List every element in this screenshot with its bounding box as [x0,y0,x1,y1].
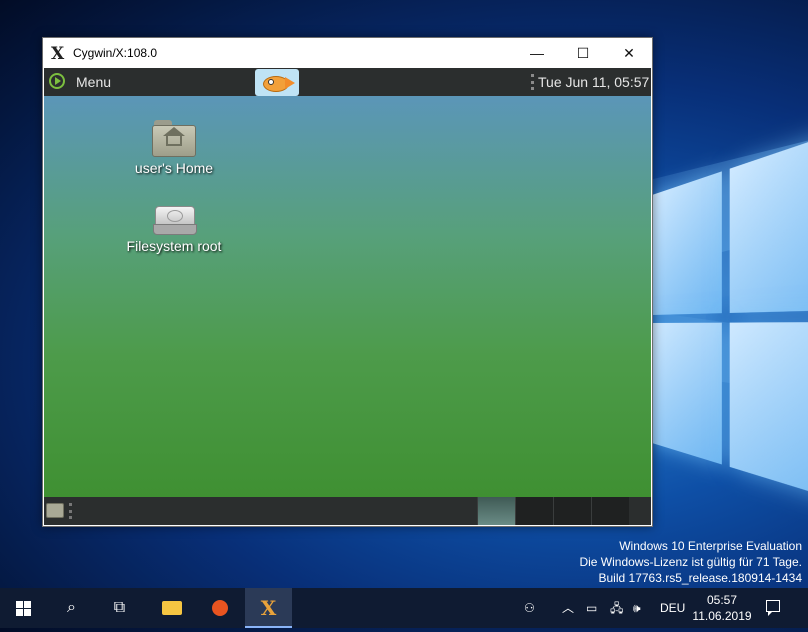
notification-center-icon[interactable] [766,600,780,612]
menu-icon [49,73,65,89]
x-desktop[interactable]: user's Home Filesystem root [44,96,651,497]
show-desktop-icon[interactable] [46,503,64,518]
workspace-4[interactable] [591,497,629,525]
evaluation-watermark: Windows 10 Enterprise Evaluation Die Win… [579,538,802,586]
panel-clock[interactable]: Tue Jun 11, 05:57 [538,74,649,90]
home-folder-icon [152,118,196,158]
network-icon[interactable]: 🖧 [610,588,623,628]
close-button[interactable]: ✕ [606,38,652,68]
minimize-button[interactable]: — [514,38,560,68]
search-button[interactable]: ⌕ [48,588,95,628]
chevron-up-icon[interactable]: ︿ [562,588,574,628]
taskbar-date: 11.06.2019 [690,608,754,624]
mate-bottom-panel [44,497,651,525]
task-view-icon: ⧉ [114,599,125,616]
windows-logo-icon [16,601,32,616]
watermark-line: Die Windows-Lizenz ist gültig für 71 Tag… [579,554,802,570]
fish-tail-icon [285,77,295,89]
people-icon[interactable]: ⚇ [524,588,535,628]
panel-drag-handle[interactable] [69,503,72,519]
workspace-3[interactable] [553,497,591,525]
desktop-icon-filesystem[interactable]: Filesystem root [114,204,234,254]
workspace-1[interactable] [477,497,515,525]
x11-logo-icon: X [51,44,64,64]
x11-logo-icon: X [261,596,277,620]
maximize-button[interactable]: ☐ [560,38,606,68]
search-icon: ⌕ [67,599,76,616]
task-view-button[interactable]: ⧉ [96,588,143,628]
ubuntu-icon [212,600,228,616]
cygwin-x-window: X Cygwin/X:108.0 — ☐ ✕ Menu Tue Jun 11, … [42,37,653,527]
watermark-line: Build 17763.rs5_release.180914-1434 [579,570,802,586]
file-explorer-button[interactable] [148,588,195,628]
wallpaper-windows-logo [652,119,808,531]
panel-drag-handle[interactable] [531,74,537,90]
taskbar-time: 05:57 [690,592,754,608]
volume-icon[interactable]: 🕪 [633,588,641,628]
input-language[interactable]: DEU [660,588,685,628]
fish-launcher-button[interactable] [255,69,299,96]
watermark-line: Windows 10 Enterprise Evaluation [579,538,802,554]
window-titlebar[interactable]: X Cygwin/X:108.0 — ☐ ✕ [43,38,652,68]
battery-icon[interactable]: ▭ [586,588,597,628]
ubuntu-app-button[interactable] [196,588,243,628]
fish-eye-icon [268,79,274,85]
window-title: Cygwin/X:108.0 [73,46,157,60]
desktop-icon-home[interactable]: user's Home [114,118,234,176]
cygwin-x-taskbar-button[interactable]: X [245,588,292,628]
desktop-icon-label: user's Home [114,160,234,176]
menu-label: Menu [76,74,111,90]
workspace-2[interactable] [515,497,553,525]
desktop-icon-label: Filesystem root [114,238,234,254]
windows-taskbar: ⌕ ⧉ X ⚇ ︿ ▭ 🖧 🕪 DEU 05:57 11.06.2019 [0,588,808,628]
start-button[interactable] [0,588,47,628]
drive-icon [152,204,196,236]
taskbar-clock[interactable]: 05:57 11.06.2019 [690,592,754,624]
mate-top-panel: Menu Tue Jun 11, 05:57 [44,68,651,96]
folder-icon [162,601,182,615]
